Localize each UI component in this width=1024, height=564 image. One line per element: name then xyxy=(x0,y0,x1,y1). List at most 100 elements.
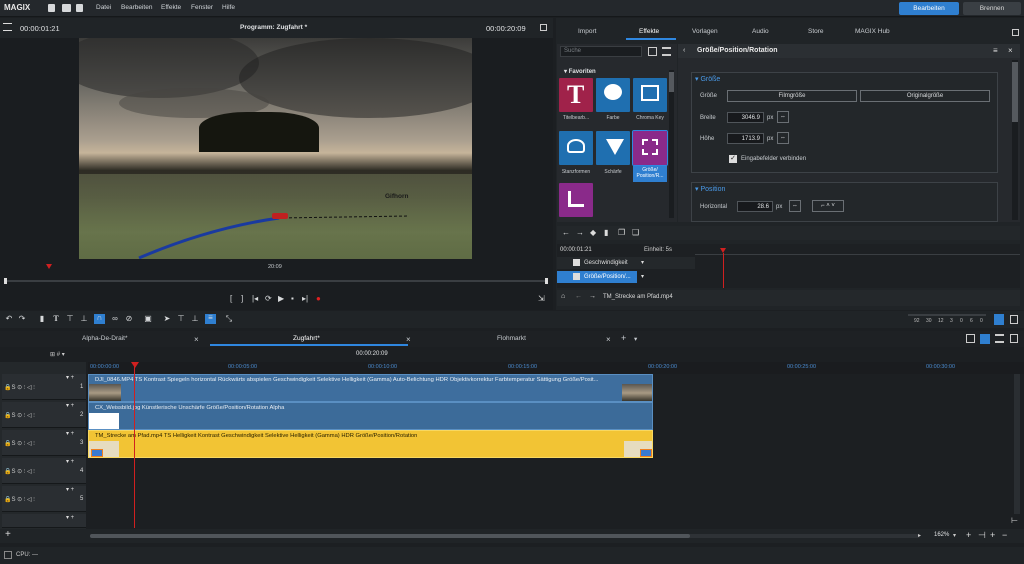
back-icon[interactable]: ‹ xyxy=(683,47,685,54)
mark-in-button[interactable]: [ xyxy=(230,294,232,303)
menu-bearbeiten[interactable]: Bearbeiten xyxy=(121,4,152,11)
pointer-icon[interactable]: ➤ xyxy=(163,315,171,323)
track-options-icon[interactable]: ⊞ # ▾ xyxy=(50,351,65,358)
mixer-icon[interactable] xyxy=(994,314,1004,325)
stretch-icon[interactable]: ⤡ xyxy=(225,315,233,323)
text-icon[interactable]: T xyxy=(52,315,60,323)
zoom-dropdown-icon[interactable]: ▾ xyxy=(953,532,956,539)
timeline-clip-yellow[interactable]: TM_Strecke am Pfad.mp4 TS Helligkeit Kon… xyxy=(88,430,653,458)
burn-mode-button[interactable]: Brennen xyxy=(963,2,1021,15)
playhead-handle-icon[interactable] xyxy=(131,362,139,368)
position-section-header[interactable]: ▾ Position xyxy=(695,185,725,193)
forward-arrow-icon[interactable]: → xyxy=(589,293,596,300)
delete-icon[interactable]: ▮ xyxy=(38,315,46,323)
fx-tile-color[interactable] xyxy=(596,78,630,112)
timeline-vscrollbar[interactable] xyxy=(1014,374,1020,514)
unlink-icon[interactable]: ⊘ xyxy=(125,315,133,323)
trim-icon[interactable]: ⊥ xyxy=(191,315,199,323)
in-marker-icon[interactable] xyxy=(46,264,52,269)
group-icon[interactable]: ▣ xyxy=(144,315,152,323)
add-track-icon[interactable]: + xyxy=(5,529,11,540)
paste-keyframe-icon[interactable]: ❑ xyxy=(632,228,639,237)
width-input[interactable]: 3046.9 xyxy=(727,112,764,123)
playhead[interactable] xyxy=(134,362,135,528)
ripple-icon[interactable]: ⊤ xyxy=(177,315,185,323)
mark-out-button[interactable]: ] xyxy=(241,294,243,303)
close-icon[interactable]: × xyxy=(1008,46,1013,55)
fx-tile-crop[interactable] xyxy=(559,183,593,217)
timeline-clip-video[interactable]: DJI_0846.MP4 TS Kontrast Spiegeln horizo… xyxy=(88,374,653,402)
marker-icon[interactable]: ⊤ xyxy=(66,315,74,323)
close-icon[interactable]: × xyxy=(194,335,199,344)
stop-button[interactable]: ▪ xyxy=(291,294,294,303)
close-icon[interactable]: × xyxy=(606,335,611,344)
storyboard-view-icon[interactable] xyxy=(966,334,975,343)
track-header[interactable]: 🔒S ⊙ ⫶ ◁ ⫶ 2 ▾ + xyxy=(2,402,86,428)
split-icon[interactable]: ⊥ xyxy=(80,315,88,323)
tab-audio[interactable]: Audio xyxy=(752,28,769,35)
menu-icon[interactable]: ≡ xyxy=(993,46,998,55)
maximize-icon[interactable] xyxy=(1012,29,1019,36)
open-folder-icon[interactable] xyxy=(62,4,71,12)
scrub-ruler[interactable]: 20:09 xyxy=(0,262,553,272)
home-icon[interactable]: ⌂ xyxy=(561,293,565,300)
horizontal-input[interactable]: 28.6 xyxy=(737,201,773,212)
properties-scrollbar[interactable] xyxy=(1012,60,1018,220)
add-tab-icon[interactable]: + xyxy=(621,333,626,343)
play-button[interactable]: ▶ xyxy=(278,294,284,303)
transform-checkbox[interactable] xyxy=(573,273,580,280)
menu-hilfe[interactable]: Hilfe xyxy=(222,4,235,11)
add-keyframe-icon[interactable]: ◆ xyxy=(590,228,596,237)
film-size-button[interactable]: Filmgröße xyxy=(727,90,857,102)
menu-fenster[interactable]: Fenster xyxy=(191,4,213,11)
tab-vorlagen[interactable]: Vorlagen xyxy=(692,28,718,35)
maximize-icon[interactable] xyxy=(540,24,547,31)
maximize-icon[interactable] xyxy=(1010,334,1018,343)
tab-effekte[interactable]: Effekte xyxy=(639,28,659,35)
expand-icon[interactable]: ▾ xyxy=(641,273,644,280)
new-file-icon[interactable] xyxy=(48,4,55,12)
track-header[interactable]: ▾ + xyxy=(2,514,86,528)
track-controls[interactable]: 🔒S ⊙ ⫶ ◁ ⫶ xyxy=(4,496,35,504)
zoom-vertical-icon[interactable]: ⊢ xyxy=(1011,516,1018,525)
loop-button[interactable]: ⟳ xyxy=(265,294,272,303)
zoom-in-icon[interactable]: + xyxy=(966,530,971,540)
size-section-header[interactable]: ▾ Größe xyxy=(695,75,720,83)
scene-view-icon[interactable] xyxy=(995,334,1004,343)
tab-flohmarkt[interactable]: Flohmarkt xyxy=(497,335,526,342)
track-controls[interactable]: 🔒S ⊙ ⫶ ◁ ⫶ xyxy=(4,440,35,448)
copy-keyframe-icon[interactable]: ❐ xyxy=(618,228,625,237)
undo-icon[interactable]: ↶ xyxy=(5,315,13,323)
link-fields-checkbox[interactable]: ✓ xyxy=(729,155,737,163)
grid-view-icon[interactable] xyxy=(648,47,657,56)
fx-category-favoriten[interactable]: ▾ Favoriten xyxy=(564,68,596,75)
back-arrow-icon[interactable]: ← xyxy=(575,293,582,300)
next-marker-button[interactable]: ▸| xyxy=(302,294,308,303)
height-input[interactable]: 1713.9 xyxy=(727,133,764,144)
tab-store[interactable]: Store xyxy=(808,28,824,35)
next-keyframe-icon[interactable]: → xyxy=(576,228,584,237)
prev-keyframe-icon[interactable]: ← xyxy=(562,228,570,237)
fx-tile-title[interactable]: T xyxy=(559,78,593,112)
fx-tile-chroma-key[interactable] xyxy=(633,78,667,112)
track-header[interactable]: 🔒S ⊙ ⫶ ◁ ⫶ 3 ▾ + xyxy=(2,430,86,456)
hamburger-menu-icon[interactable] xyxy=(3,23,12,31)
export-icon[interactable]: ⇲ xyxy=(538,294,545,303)
tab-zugfahrt[interactable]: Zugfahrt* xyxy=(293,335,320,342)
zoom-fit-icon[interactable]: ⊣ xyxy=(978,530,986,541)
tab-magix-hub[interactable]: MAGIX Hub xyxy=(855,28,890,35)
menu-datei[interactable]: Datei xyxy=(96,4,111,11)
position-arrows-button[interactable]: ⌐ ˄ ˅ xyxy=(812,200,844,212)
magnet-icon[interactable]: ∩ xyxy=(94,314,105,324)
track-header[interactable]: 🔒S ⊙ ⫶ ◁ ⫶ 1 ▾ + xyxy=(2,374,86,400)
close-icon[interactable]: × xyxy=(406,335,411,344)
link-icon[interactable]: ∞ xyxy=(111,315,119,323)
track-expand-icon[interactable]: ▾ + xyxy=(66,430,74,437)
menu-effekte[interactable]: Effekte xyxy=(161,4,181,11)
height-reset-icon[interactable]: ⇔ xyxy=(777,132,789,144)
track-expand-icon[interactable]: ▾ + xyxy=(66,514,74,521)
zoom-more-icon[interactable]: + xyxy=(990,530,995,540)
keyframe-row-speed[interactable]: Geschwindigkeit ▾ xyxy=(557,257,695,269)
horizontal-reset-icon[interactable]: ⇔ xyxy=(789,200,801,212)
timeline-hscrollbar[interactable] xyxy=(90,534,920,538)
